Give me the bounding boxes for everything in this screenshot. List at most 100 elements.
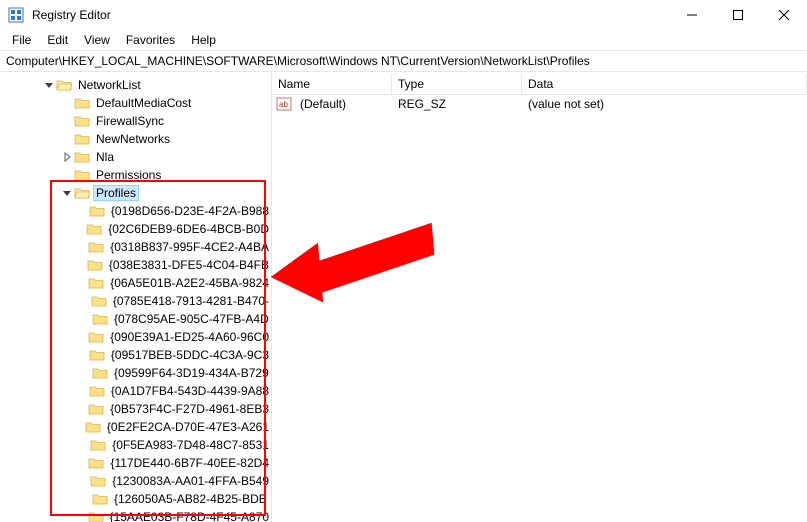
tree-expander[interactable] (60, 186, 74, 200)
titlebar: Registry Editor (0, 0, 807, 30)
tree[interactable]: NetworkList DefaultMediaCost FirewallSync N… (0, 76, 271, 522)
menu-file[interactable]: File (4, 31, 39, 49)
tree-expander[interactable] (76, 438, 90, 452)
tree-expander[interactable] (75, 204, 89, 218)
tree-item-label: Profiles (94, 186, 138, 200)
window-controls (669, 0, 807, 30)
folder-icon (56, 78, 72, 92)
folder-icon (87, 258, 103, 272)
folder-icon (91, 294, 107, 308)
tree-expander[interactable] (77, 294, 91, 308)
folder-icon (74, 186, 90, 200)
tree-expander[interactable] (60, 114, 74, 128)
tree-item-profile-guid[interactable]: {126050A5-AB82-4B25-BDB (0, 490, 271, 508)
tree-expander[interactable] (75, 348, 89, 362)
maximize-button[interactable] (715, 0, 761, 30)
tree-item-profile-guid[interactable]: {0B573F4C-F27D-4961-8EB3 (0, 400, 271, 418)
tree-item-profile-guid[interactable]: {0785E418-7913-4281-B470- (0, 292, 271, 310)
tree-item-profile-guid[interactable]: {0E2FE2CA-D70E-47E3-A261 (0, 418, 271, 436)
cell-name: (Default) (294, 96, 392, 112)
tree-expander[interactable] (78, 492, 92, 506)
tree-item-label: {126050A5-AB82-4B25-BDB (112, 492, 269, 506)
tree-item-profile-guid[interactable]: {117DE440-6B7F-40EE-82D4 (0, 454, 271, 472)
tree-item-profile-guid[interactable]: {0F5EA983-7D48-48C7-8531 (0, 436, 271, 454)
tree-item-networklist[interactable]: NetworkList (0, 76, 271, 94)
tree-expander[interactable] (74, 510, 88, 522)
tree-expander[interactable] (60, 150, 74, 164)
folder-icon (88, 330, 104, 344)
tree-item-profile-guid[interactable]: {0A1D7FB4-543D-4439-9A88 (0, 382, 271, 400)
tree-item-profile-guid[interactable]: {038E3831-DFE5-4C04-B4FB (0, 256, 271, 274)
menubar: File Edit View Favorites Help (0, 30, 807, 50)
tree-expander[interactable] (42, 78, 56, 92)
menu-help[interactable]: Help (183, 31, 224, 49)
folder-icon (88, 402, 104, 416)
tree-expander[interactable] (72, 222, 86, 236)
tree-item-profile-guid[interactable]: {15AAE03B-F78D-4F45-A870 (0, 508, 271, 522)
tree-item-profile-guid[interactable]: {09599F64-3D19-434A-B729 (0, 364, 271, 382)
tree-expander[interactable] (74, 402, 88, 416)
tree-expander[interactable] (76, 474, 90, 488)
tree-item-profile-guid[interactable]: {0318B837-995F-4CE2-A4BA (0, 238, 271, 256)
folder-icon (88, 510, 104, 522)
cell-data: (value not set) (522, 96, 807, 112)
address-bar[interactable]: Computer\HKEY_LOCAL_MACHINE\SOFTWARE\Mic… (0, 50, 807, 72)
col-header-name[interactable]: Name (272, 74, 392, 94)
tree-item-profile-guid[interactable]: {09517BEB-5DDC-4C3A-9C3 (0, 346, 271, 364)
folder-icon (90, 438, 106, 452)
folder-icon (90, 474, 106, 488)
tree-expander[interactable] (71, 420, 85, 434)
folder-icon (88, 276, 104, 290)
folder-icon (88, 240, 104, 254)
folder-icon (88, 456, 104, 470)
tree-item-nla[interactable]: Nla (0, 148, 271, 166)
cell-type: REG_SZ (392, 96, 522, 112)
folder-icon (74, 114, 90, 128)
tree-expander[interactable] (74, 330, 88, 344)
tree-item-defaultmediacost[interactable]: DefaultMediaCost (0, 94, 271, 112)
menu-view[interactable]: View (76, 31, 118, 49)
tree-item-profile-guid[interactable]: {078C95AE-905C-47FB-A4D (0, 310, 271, 328)
tree-item-profile-guid[interactable]: {02C6DEB9-6DE6-4BCB-B0D (0, 220, 271, 238)
tree-item-newnetworks[interactable]: NewNetworks (0, 130, 271, 148)
tree-pane: NetworkList DefaultMediaCost FirewallSync N… (0, 72, 272, 522)
tree-expander[interactable] (78, 366, 92, 380)
menu-edit[interactable]: Edit (39, 31, 76, 49)
list-header: Name Type Data (272, 74, 807, 95)
col-header-type[interactable]: Type (392, 74, 522, 94)
tree-item-profile-guid[interactable]: {06A5E01B-A2E2-45BA-9824 (0, 274, 271, 292)
tree-item-label: {09517BEB-5DDC-4C3A-9C3 (109, 348, 271, 362)
tree-expander[interactable] (60, 132, 74, 146)
tree-expander[interactable] (60, 96, 74, 110)
tree-expander[interactable] (78, 312, 92, 326)
tree-expander[interactable] (74, 276, 88, 290)
tree-item-label: NewNetworks (94, 132, 172, 146)
tree-item-label: {0E2FE2CA-D70E-47E3-A261 (105, 420, 271, 434)
tree-expander[interactable] (75, 384, 89, 398)
folder-icon (74, 132, 90, 146)
minimize-button[interactable] (669, 0, 715, 30)
menu-favorites[interactable]: Favorites (118, 31, 183, 49)
tree-item-profile-guid[interactable]: {1230083A-AA01-4FFA-B549 (0, 472, 271, 490)
tree-item-label: {078C95AE-905C-47FB-A4D (112, 312, 271, 326)
tree-item-label: NetworkList (76, 78, 143, 92)
list-row[interactable]: ab(Default)REG_SZ(value not set) (272, 95, 807, 113)
tree-item-label: DefaultMediaCost (94, 96, 193, 110)
folder-icon (92, 312, 108, 326)
tree-item-label: {0785E418-7913-4281-B470- (111, 294, 271, 308)
tree-expander[interactable] (74, 456, 88, 470)
tree-item-profiles[interactable]: Profiles (0, 184, 271, 202)
tree-item-label: {117DE440-6B7F-40EE-82D4 (108, 456, 271, 470)
tree-item-permissions[interactable]: Permissions (0, 166, 271, 184)
close-button[interactable] (761, 0, 807, 30)
col-header-data[interactable]: Data (522, 74, 807, 94)
tree-item-firewallsync[interactable]: FirewallSync (0, 112, 271, 130)
tree-item-profile-guid[interactable]: {0198D656-D23E-4F2A-B988 (0, 202, 271, 220)
list-pane: Name Type Data ab(Default)REG_SZ(value n… (272, 72, 807, 522)
tree-expander[interactable] (60, 168, 74, 182)
tree-item-label: {06A5E01B-A2E2-45BA-9824 (108, 276, 271, 290)
tree-item-profile-guid[interactable]: {090E39A1-ED25-4A60-96C0 (0, 328, 271, 346)
tree-expander[interactable] (74, 240, 88, 254)
tree-expander[interactable] (73, 258, 87, 272)
list-body[interactable]: ab(Default)REG_SZ(value not set) (272, 95, 807, 113)
